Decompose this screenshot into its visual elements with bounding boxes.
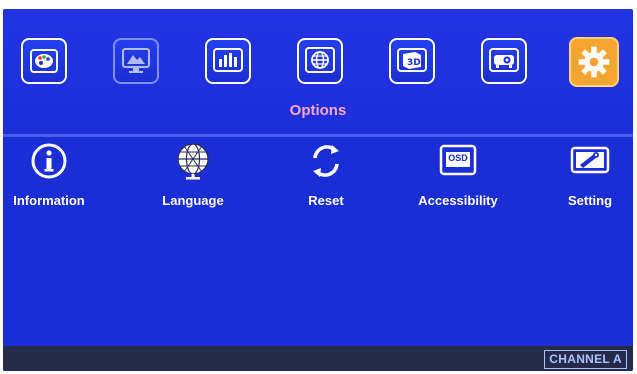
status-bar: CHANNEL A <box>3 346 633 371</box>
channel-indicator: CHANNEL A <box>544 350 627 369</box>
setting-icon <box>570 146 610 174</box>
divider <box>3 134 633 137</box>
equalizer-icon[interactable] <box>205 38 251 84</box>
projector-icon[interactable] <box>481 38 527 84</box>
menu-title: Options <box>289 102 347 119</box>
option-label: Accessibility <box>418 193 498 208</box>
option-setting[interactable]: Setting <box>535 141 633 217</box>
info-icon <box>31 143 67 179</box>
option-label: Information <box>13 193 85 208</box>
color-palette-icon[interactable] <box>21 38 67 84</box>
option-label: Reset <box>308 193 344 208</box>
globe-icon <box>177 143 209 180</box>
gear-icon[interactable] <box>569 37 619 87</box>
reset-icon <box>313 145 339 177</box>
option-reset[interactable]: Reset <box>271 141 381 217</box>
option-label: Language <box>162 193 224 208</box>
svg-text:3D: 3D <box>407 58 421 68</box>
top-menu-bar: 3D Options <box>3 9 633 134</box>
option-accessibility[interactable]: OSD Accessibility <box>403 141 513 217</box>
display-icon[interactable] <box>113 38 159 84</box>
globe-icon[interactable] <box>297 38 343 84</box>
option-language[interactable]: Language <box>138 141 248 217</box>
option-label: Setting <box>567 193 613 208</box>
osd-badge: OSD <box>448 153 468 163</box>
3d-icon[interactable]: 3D <box>389 38 435 84</box>
osd-screen: 3D Options Information Language Reset OS… <box>3 9 633 371</box>
option-information[interactable]: Information <box>3 141 104 217</box>
